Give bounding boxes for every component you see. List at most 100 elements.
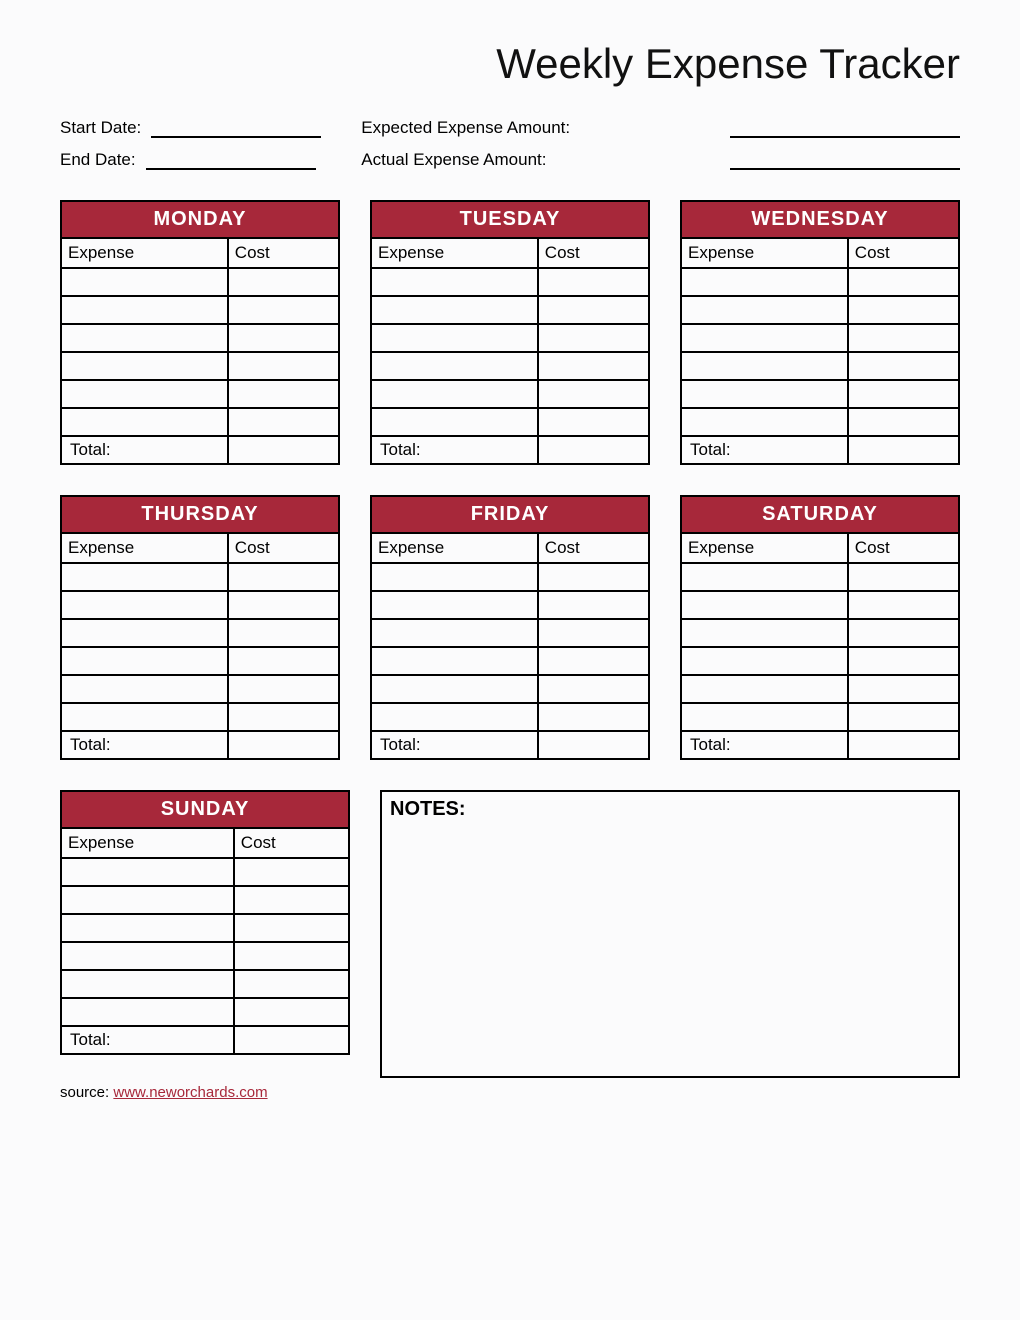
expense-cell[interactable] xyxy=(61,675,228,703)
expense-cell[interactable] xyxy=(61,647,228,675)
cost-cell[interactable] xyxy=(538,352,649,380)
cost-cell[interactable] xyxy=(538,268,649,296)
cost-cell[interactable] xyxy=(538,324,649,352)
expense-cell[interactable] xyxy=(371,619,538,647)
cost-cell[interactable] xyxy=(538,408,649,436)
cost-cell[interactable] xyxy=(538,591,649,619)
expense-cell[interactable] xyxy=(681,675,848,703)
cost-cell[interactable] xyxy=(848,703,959,731)
source-link[interactable]: www.neworchards.com xyxy=(113,1084,267,1101)
cost-cell[interactable] xyxy=(848,619,959,647)
expense-cell[interactable] xyxy=(681,268,848,296)
cost-cell[interactable] xyxy=(228,268,339,296)
cost-cell[interactable] xyxy=(848,352,959,380)
expense-cell[interactable] xyxy=(61,858,234,886)
actual-expense-input[interactable] xyxy=(730,150,960,170)
expense-cell[interactable] xyxy=(61,886,234,914)
expense-cell[interactable] xyxy=(61,380,228,408)
expense-cell[interactable] xyxy=(61,619,228,647)
cost-cell[interactable] xyxy=(848,268,959,296)
expense-cell[interactable] xyxy=(371,647,538,675)
expense-cell[interactable] xyxy=(371,352,538,380)
expense-cell[interactable] xyxy=(681,324,848,352)
expense-cell[interactable] xyxy=(61,591,228,619)
total-label-cell: Total: xyxy=(371,436,538,464)
expected-expense-input[interactable] xyxy=(730,118,960,138)
cost-cell[interactable] xyxy=(538,296,649,324)
cost-cell[interactable] xyxy=(228,703,339,731)
expense-cell[interactable] xyxy=(61,352,228,380)
expense-cell[interactable] xyxy=(61,998,234,1026)
end-date-input[interactable] xyxy=(146,150,316,170)
expense-cell[interactable] xyxy=(681,591,848,619)
cost-cell[interactable] xyxy=(228,408,339,436)
cost-cell[interactable] xyxy=(848,324,959,352)
expense-cell[interactable] xyxy=(371,563,538,591)
total-value-cell[interactable] xyxy=(538,731,649,759)
total-value-cell[interactable] xyxy=(538,436,649,464)
cost-cell[interactable] xyxy=(234,970,349,998)
cost-cell[interactable] xyxy=(848,675,959,703)
cost-cell[interactable] xyxy=(228,563,339,591)
notes-box[interactable]: NOTES: xyxy=(380,790,960,1078)
expense-cell[interactable] xyxy=(681,703,848,731)
cost-cell[interactable] xyxy=(538,380,649,408)
cost-cell[interactable] xyxy=(848,591,959,619)
cost-cell[interactable] xyxy=(228,296,339,324)
day-header: SATURDAY xyxy=(681,496,959,533)
cost-cell[interactable] xyxy=(848,563,959,591)
total-value-cell[interactable] xyxy=(848,436,959,464)
cost-cell[interactable] xyxy=(228,352,339,380)
expense-cell[interactable] xyxy=(681,563,848,591)
expense-cell[interactable] xyxy=(681,296,848,324)
expense-cell[interactable] xyxy=(61,703,228,731)
cost-cell[interactable] xyxy=(538,563,649,591)
cost-cell[interactable] xyxy=(538,647,649,675)
expense-cell[interactable] xyxy=(371,296,538,324)
total-value-cell[interactable] xyxy=(228,436,339,464)
cost-cell[interactable] xyxy=(234,886,349,914)
expense-cell[interactable] xyxy=(371,591,538,619)
cost-cell[interactable] xyxy=(848,647,959,675)
cost-cell[interactable] xyxy=(234,942,349,970)
cost-cell[interactable] xyxy=(538,675,649,703)
expense-cell[interactable] xyxy=(371,703,538,731)
cost-cell[interactable] xyxy=(228,380,339,408)
cost-cell[interactable] xyxy=(228,675,339,703)
expense-cell[interactable] xyxy=(61,324,228,352)
total-value-cell[interactable] xyxy=(848,731,959,759)
expense-cell[interactable] xyxy=(61,296,228,324)
cost-cell[interactable] xyxy=(228,647,339,675)
expense-cell[interactable] xyxy=(371,408,538,436)
expense-cell[interactable] xyxy=(61,563,228,591)
expense-cell[interactable] xyxy=(681,408,848,436)
cost-cell[interactable] xyxy=(228,591,339,619)
cost-cell[interactable] xyxy=(228,619,339,647)
cost-cell[interactable] xyxy=(228,324,339,352)
total-value-cell[interactable] xyxy=(228,731,339,759)
expense-cell[interactable] xyxy=(681,380,848,408)
cost-cell[interactable] xyxy=(234,858,349,886)
cost-cell[interactable] xyxy=(234,998,349,1026)
expense-cell[interactable] xyxy=(681,647,848,675)
expense-cell[interactable] xyxy=(61,268,228,296)
expense-cell[interactable] xyxy=(681,352,848,380)
cost-cell[interactable] xyxy=(538,619,649,647)
cost-cell[interactable] xyxy=(848,296,959,324)
start-date-input[interactable] xyxy=(151,118,321,138)
expense-cell[interactable] xyxy=(371,675,538,703)
expense-cell[interactable] xyxy=(371,268,538,296)
cost-cell[interactable] xyxy=(538,703,649,731)
expense-cell[interactable] xyxy=(61,942,234,970)
cost-cell[interactable] xyxy=(848,408,959,436)
total-value-cell[interactable] xyxy=(234,1026,349,1054)
cost-cell[interactable] xyxy=(848,380,959,408)
expense-row xyxy=(681,324,959,352)
expense-cell[interactable] xyxy=(371,380,538,408)
expense-cell[interactable] xyxy=(681,619,848,647)
expense-cell[interactable] xyxy=(61,914,234,942)
cost-cell[interactable] xyxy=(234,914,349,942)
expense-cell[interactable] xyxy=(61,408,228,436)
expense-cell[interactable] xyxy=(371,324,538,352)
expense-cell[interactable] xyxy=(61,970,234,998)
